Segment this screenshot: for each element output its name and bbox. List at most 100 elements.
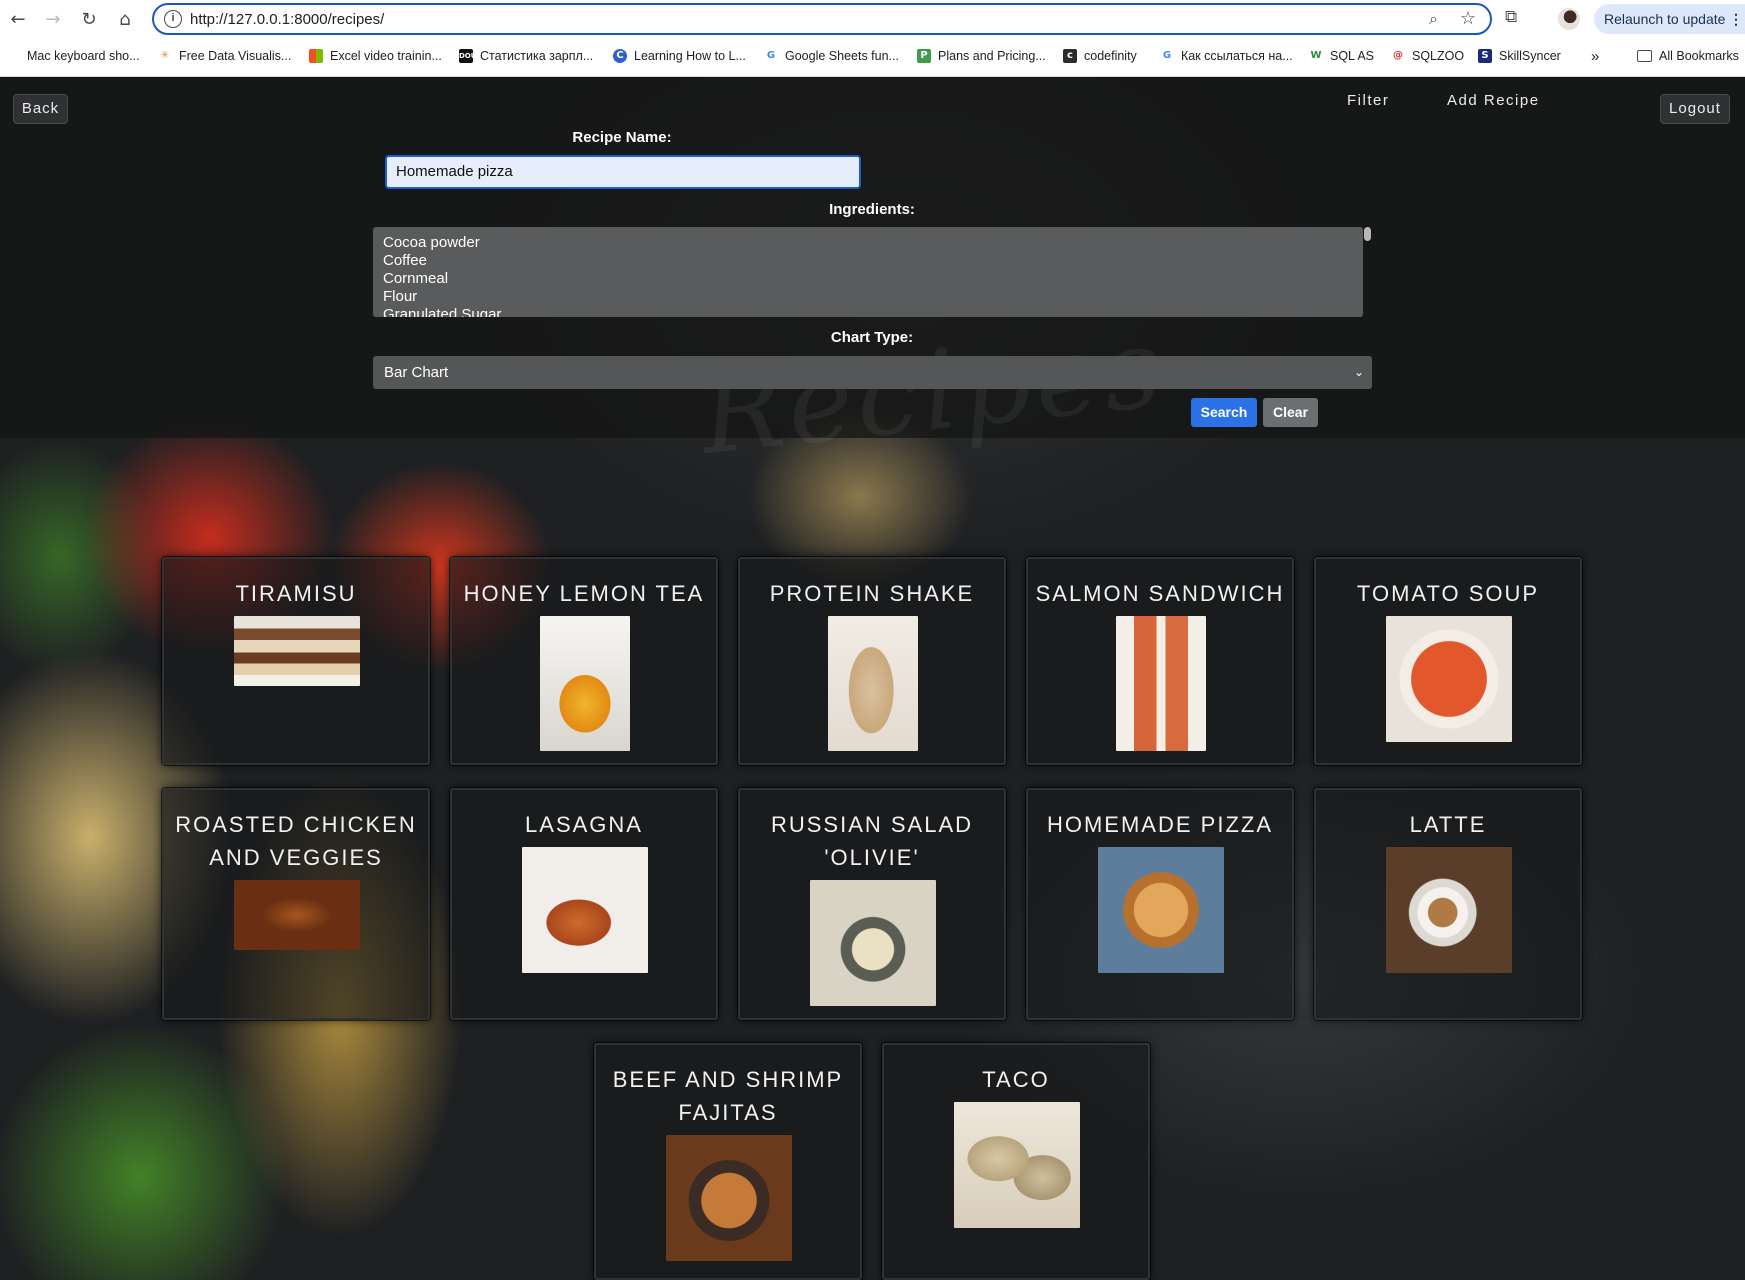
recipe-image[interactable]	[810, 880, 936, 1006]
chart-type-value: Bar Chart	[384, 364, 449, 381]
reload-icon[interactable]: ↻	[77, 7, 101, 31]
ingredients-label: Ingredients:	[829, 201, 915, 218]
site-info-icon[interactable]: i	[164, 10, 182, 28]
chevron-down-icon: ⌄	[1353, 365, 1364, 379]
recipe-image[interactable]	[828, 616, 918, 751]
bookmark-item[interactable]: G Google Sheets fun...	[764, 47, 899, 65]
more-bookmarks-button[interactable]: »	[1591, 47, 1599, 65]
recipe-card-russian-salad-olivie[interactable]: Russian salad 'Olivie'	[738, 788, 1006, 1020]
ingredient-option[interactable]: Flour	[383, 288, 501, 306]
back-button[interactable]: Back	[13, 94, 68, 124]
relaunch-label: Relaunch to update	[1604, 11, 1726, 27]
ingredients-scrollbar[interactable]	[1364, 227, 1371, 241]
bookmark-item[interactable]: DOU Статистика зарпл...	[459, 47, 593, 65]
more-menu-icon[interactable]: ⋮	[1729, 4, 1743, 34]
google-icon: G	[766, 50, 776, 61]
ingredient-option[interactable]: Granulated Sugar	[383, 306, 501, 317]
clear-button[interactable]: Clear	[1263, 398, 1318, 427]
recipe-card-homemade-pizza[interactable]: Homemade Pizza	[1026, 788, 1294, 1020]
microsoft-icon	[309, 49, 323, 63]
codefinity-icon: c	[1063, 49, 1077, 63]
address-url[interactable]: http://127.0.0.1:8000/recipes/	[190, 11, 384, 28]
recipe-card-lasagna[interactable]: Lasagna	[450, 788, 718, 1020]
bookmark-item[interactable]: Excel video trainin...	[309, 47, 442, 65]
apple-icon	[9, 49, 20, 63]
ingredient-option[interactable]: Cornmeal	[383, 270, 501, 288]
recipe-card-protein-shake[interactable]: Protein Shake	[738, 557, 1006, 765]
bookmark-item[interactable]: C Learning How to L...	[613, 47, 746, 65]
recipe-card-roasted-chicken-and-veggies[interactable]: Roasted Chicken and Veggies	[162, 788, 430, 1020]
recipe-image[interactable]	[954, 1102, 1080, 1228]
folder-icon	[1637, 50, 1652, 62]
browser-toolbar: ← → ↻ ⌂ i http://127.0.0.1:8000/recipes/…	[0, 0, 1745, 38]
all-bookmarks-button[interactable]: All Bookmarks	[1637, 47, 1739, 65]
recipe-image[interactable]	[1116, 616, 1206, 751]
chart-type-select[interactable]: Bar Chart ⌄	[373, 356, 1372, 389]
back-arrow-icon[interactable]: ←	[6, 7, 30, 31]
recipe-card-salmon-sandwich[interactable]: Salmon Sandwich	[1026, 557, 1294, 765]
recipe-title: Homemade Pizza	[1046, 812, 1273, 837]
recipe-image[interactable]	[1098, 847, 1224, 973]
recipes-page: Recipes Back Filter Add Recipe Logout Re…	[0, 77, 1745, 1280]
recipe-image[interactable]	[1386, 847, 1512, 973]
recipe-card-tomato-soup[interactable]: Tomato Soup	[1314, 557, 1582, 765]
recipe-name-input[interactable]: Homemade pizza	[385, 155, 861, 189]
bookmark-item[interactable]: W SQL AS	[1309, 47, 1374, 65]
recipe-title: Latte	[1409, 812, 1487, 837]
skillsyncer-icon: S	[1478, 49, 1492, 63]
recipe-title: Protein Shake	[769, 581, 975, 606]
recipe-title: Tiramisu	[235, 581, 357, 606]
recipe-title: Roasted Chicken and Veggies	[175, 812, 417, 870]
dou-icon: DOU	[459, 49, 476, 63]
recipe-image[interactable]	[540, 616, 630, 751]
recipe-title: Taco	[982, 1067, 1050, 1092]
bookmark-item[interactable]: @ SQLZOO	[1391, 47, 1464, 65]
home-icon[interactable]: ⌂	[113, 7, 137, 31]
zoom-icon[interactable]: ⌕	[1429, 9, 1438, 29]
ingredients-multiselect[interactable]: Cocoa powder Coffee Cornmeal Flour Granu…	[373, 227, 1363, 317]
address-bar[interactable]: i http://127.0.0.1:8000/recipes/ ⌕ ☆	[152, 3, 1492, 35]
bookmark-item[interactable]: c codefinity	[1063, 47, 1137, 65]
filter-link[interactable]: Filter	[1347, 92, 1389, 109]
ingredients-list: Cocoa powder Coffee Cornmeal Flour Granu…	[383, 234, 501, 317]
recipe-title: Tomato Soup	[1356, 581, 1540, 606]
plans-icon: P	[917, 49, 931, 63]
recipe-title: Salmon Sandwich	[1035, 581, 1285, 606]
recipes-watermark: Recipes	[694, 303, 1171, 479]
recipe-image[interactable]	[234, 616, 360, 686]
recipe-image[interactable]	[234, 880, 360, 950]
search-button[interactable]: Search	[1191, 398, 1257, 427]
extensions-icon[interactable]: ⧉	[1505, 7, 1517, 27]
bookmark-item[interactable]: G Как ссылаться на...	[1160, 47, 1293, 65]
bookmark-item[interactable]: Mac keyboard sho...	[9, 47, 140, 65]
recipe-title: Beef and Shrimp Fajitas	[612, 1067, 844, 1125]
recipe-image[interactable]	[1386, 616, 1512, 742]
sqlzoo-icon: @	[1393, 50, 1403, 61]
logout-button[interactable]: Logout	[1660, 94, 1730, 124]
bookmark-item[interactable]: ✳ Free Data Visualis...	[158, 47, 292, 65]
add-recipe-link[interactable]: Add Recipe	[1447, 92, 1540, 109]
recipe-name-label: Recipe Name:	[572, 129, 672, 146]
relaunch-button[interactable]: Relaunch to update ⋮	[1594, 4, 1745, 34]
bookmark-star-icon[interactable]: ☆	[1460, 8, 1476, 29]
chart-type-label: Chart Type:	[830, 329, 914, 346]
w3-icon: W	[1310, 50, 1322, 61]
recipe-card-honey-lemon-tea[interactable]: Honey Lemon Tea	[450, 557, 718, 765]
bookmark-item[interactable]: P Plans and Pricing...	[917, 47, 1046, 65]
recipe-card-taco[interactable]: Taco	[882, 1043, 1150, 1280]
sparkle-icon: ✳	[160, 50, 170, 61]
google-icon: G	[1162, 50, 1172, 61]
forward-arrow-icon[interactable]: →	[41, 7, 65, 31]
recipe-title: Honey Lemon Tea	[463, 581, 705, 606]
search-panel: Recipes Back Filter Add Recipe Logout Re…	[0, 77, 1745, 479]
recipe-card-beef-and-shrimp-fajitas[interactable]: Beef and Shrimp Fajitas	[594, 1043, 862, 1280]
recipe-card-latte[interactable]: Latte	[1314, 788, 1582, 1020]
recipe-image[interactable]	[522, 847, 648, 973]
recipe-image[interactable]	[666, 1135, 792, 1261]
ingredient-option[interactable]: Cocoa powder	[383, 234, 501, 252]
bookmark-item[interactable]: S SkillSyncer	[1478, 47, 1561, 65]
recipe-card-tiramisu[interactable]: Tiramisu	[162, 557, 430, 765]
recipe-title: Russian salad 'Olivie'	[770, 812, 974, 870]
ingredient-option[interactable]: Coffee	[383, 252, 501, 270]
profile-avatar[interactable]	[1558, 8, 1580, 30]
